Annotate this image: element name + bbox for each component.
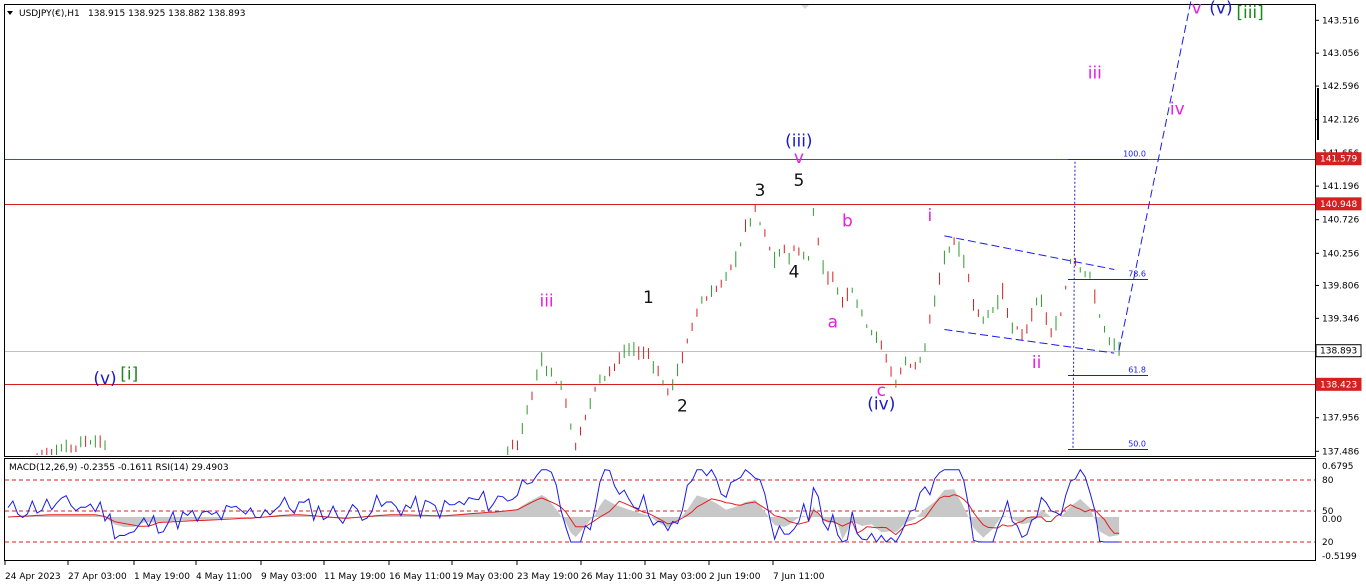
- price-tick-label: 143.516: [1322, 16, 1359, 26]
- price-tick-label: 142.596: [1322, 82, 1359, 92]
- wave-label[interactable]: v: [1192, 0, 1202, 19]
- time-axis: 24 Apr 2023 27 Apr 03:00 1 May 19:00 4 May …: [4, 561, 825, 582]
- indicator-axis: 0.679580500.0020-0.5199: [1322, 462, 1357, 562]
- time-tick-label: 23 May 19:00: [517, 572, 579, 582]
- wave-label[interactable]: 5: [793, 171, 804, 191]
- fibonacci-level-label: 50.0: [1128, 440, 1146, 449]
- price-tag-label: 138.893: [1320, 347, 1357, 357]
- price-tick-label: 139.806: [1322, 281, 1359, 291]
- price-pane[interactable]: [4, 4, 1316, 457]
- time-tick-label: 7 Jun 11:00: [773, 572, 825, 582]
- wave-label[interactable]: iii: [1088, 64, 1102, 84]
- wave-label[interactable]: 2: [677, 397, 688, 417]
- price-tick-label: 140.256: [1322, 249, 1359, 259]
- wave-label[interactable]: 1: [643, 288, 654, 308]
- price-tags: 141.579 140.948 138.893 138.423: [1315, 88, 1362, 391]
- wave-label[interactable]: b: [842, 212, 853, 232]
- wave-label[interactable]: (iv): [867, 395, 895, 415]
- price-tag-label: 141.579: [1320, 155, 1357, 165]
- wave-label[interactable]: i: [927, 206, 932, 226]
- price-axis: 143.516143.056142.596142.126141.656141.1…: [1315, 16, 1359, 457]
- fibonacci-level-label: 78.6: [1128, 270, 1146, 279]
- ohlc-readout: 138.915 138.925 138.882 138.893: [88, 9, 245, 19]
- wave-label[interactable]: (v): [1209, 0, 1232, 19]
- wave-label[interactable]: (v): [93, 369, 116, 389]
- indicator-pane[interactable]: [4, 458, 1316, 561]
- time-tick-label: 19 May 03:00: [452, 572, 514, 582]
- time-tick-label: 24 Apr 2023: [5, 572, 61, 582]
- time-tick-label: 2 Jun 19:00: [709, 572, 761, 582]
- fibonacci-level-label: 100.0: [1123, 150, 1146, 159]
- wave-label[interactable]: iv: [1170, 99, 1185, 119]
- wave-label[interactable]: [i]: [120, 365, 138, 385]
- trading-chart[interactable]: USDJPY(€),H1 138.915 138.925 138.882 138…: [0, 0, 1366, 588]
- symbol-label: USDJPY(€),H1: [19, 9, 80, 19]
- time-tick-label: 11 May 19:00: [324, 572, 386, 582]
- wave-label[interactable]: 3: [755, 181, 766, 201]
- time-tick-label: 16 May 11:00: [389, 572, 451, 582]
- price-tick-label: 140.726: [1322, 216, 1359, 226]
- price-tick-label: 137.486: [1322, 447, 1359, 457]
- time-tick-label: 26 May 11:00: [581, 572, 643, 582]
- time-tick-label: 31 May 03:00: [645, 572, 707, 582]
- price-tick-label: 141.196: [1322, 182, 1359, 192]
- time-tick-label: 27 Apr 03:00: [68, 572, 127, 582]
- indicator-tick-label: 0.00: [1322, 515, 1342, 525]
- price-tag-label: 140.948: [1320, 200, 1357, 210]
- wave-label[interactable]: iii: [539, 292, 553, 312]
- indicator-tick-label: 20: [1322, 538, 1334, 548]
- wave-label[interactable]: a: [828, 312, 838, 332]
- price-tick-label: 137.956: [1322, 414, 1359, 424]
- indicator-label: MACD(12,26,9) -0.2355 -0.1611 RSI(14) 29…: [9, 463, 229, 473]
- indicator-tick-label: 0.6795: [1322, 462, 1354, 472]
- wave-label[interactable]: v: [794, 148, 804, 168]
- wave-label[interactable]: 4: [789, 262, 800, 282]
- indicator-tick-label: -0.5199: [1322, 552, 1357, 562]
- time-tick-label: 9 May 03:00: [261, 572, 317, 582]
- price-tick-label: 143.056: [1322, 49, 1359, 59]
- fibonacci-level-label: 61.8: [1128, 366, 1146, 375]
- price-tick-label: 139.346: [1322, 314, 1359, 324]
- price-tag-label: 138.423: [1320, 380, 1357, 390]
- time-tick-label: 4 May 11:00: [196, 572, 252, 582]
- wave-label[interactable]: [iii]: [1236, 3, 1263, 23]
- wave-label[interactable]: ii: [1032, 353, 1041, 373]
- time-tick-label: 1 May 19:00: [134, 572, 190, 582]
- price-tick-label: 142.126: [1322, 116, 1359, 126]
- indicator-tick-label: 80: [1322, 476, 1334, 486]
